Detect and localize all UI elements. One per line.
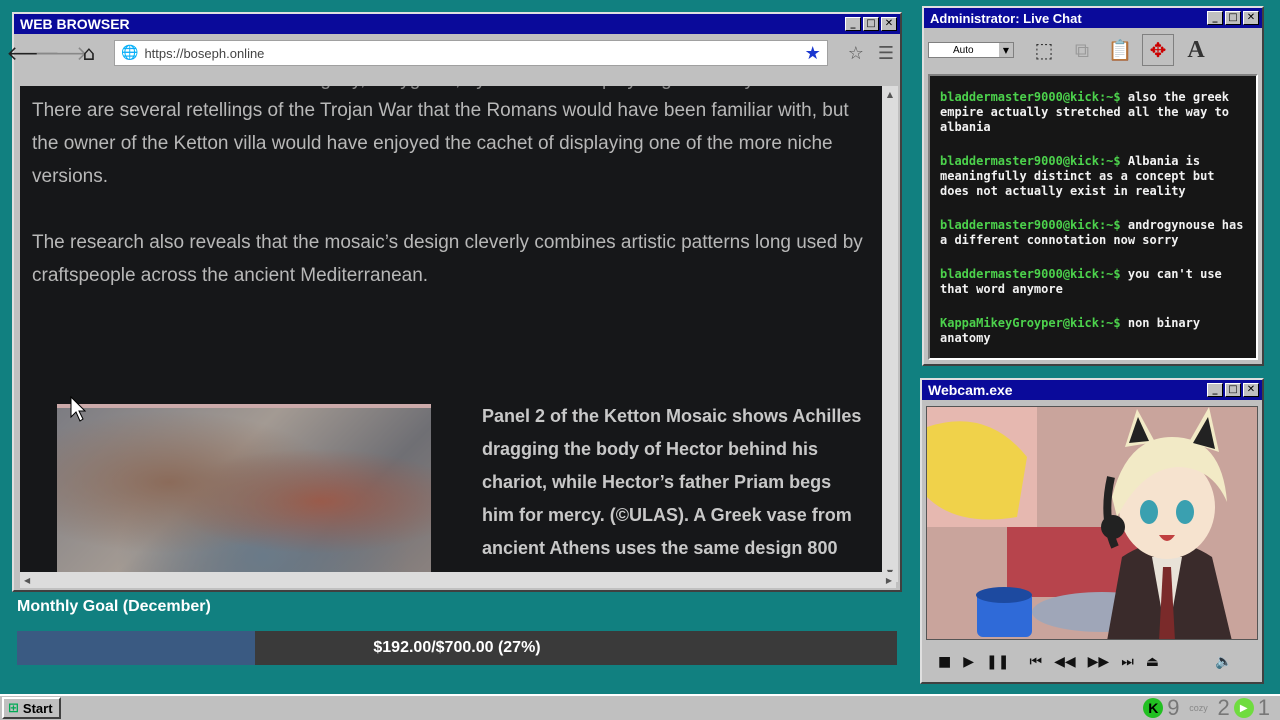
font-size-select[interactable]: Auto ▼	[928, 42, 1014, 58]
minimize-button[interactable]: _	[1207, 11, 1223, 25]
bookmark-star-icon[interactable]: ★	[805, 43, 821, 64]
chat-username: bladdermaster9000@kick:~$	[940, 267, 1121, 281]
select-area-icon[interactable]: ⬚	[1028, 34, 1060, 66]
rumble-icon[interactable]: ▶	[1233, 698, 1254, 718]
play-icon[interactable]: ▶	[963, 654, 974, 670]
start-label: Start	[22, 700, 53, 716]
volume-icon[interactable]: 🔈	[1215, 654, 1232, 670]
article-body: instead echoes a lesser-known tragedy, P…	[32, 86, 878, 325]
page-viewport: instead echoes a lesser-known tragedy, P…	[20, 86, 896, 582]
maximize-button[interactable]: □	[863, 17, 879, 31]
font-icon[interactable]: A	[1180, 34, 1212, 66]
chat-username: bladdermaster9000@kick:~$	[940, 90, 1121, 104]
pause-icon[interactable]: ❚❚	[986, 654, 1009, 670]
chat-message: bladdermaster9000@kick:~$ androgynouse h…	[940, 218, 1246, 248]
goal-progress-bar: $192.00/$700.00 (27%)	[17, 631, 897, 665]
copy-icon[interactable]: ⧉	[1066, 34, 1098, 66]
fast-forward-icon[interactable]: ▶▶	[1088, 654, 1110, 670]
browser-title: WEB BROWSER	[20, 16, 130, 32]
select-value: Auto	[953, 44, 974, 56]
globe-icon: 🌐	[121, 45, 139, 61]
article-cut-line: instead echoes a lesser-known tragedy, P…	[32, 86, 878, 94]
chat-window: Administrator: Live Chat _ □ ✕ Auto ▼ ⬚ …	[922, 6, 1264, 366]
minimize-button[interactable]: _	[1207, 383, 1223, 397]
media-controls: ■ ▶ ❚❚ ⏮ ◀◀ ▶▶ ⏭ ⏏ 🔈	[926, 646, 1258, 678]
address-bar[interactable]: 🌐 https://boseph.online ★	[114, 40, 828, 66]
goal-title: Monthly Goal (December)	[17, 598, 211, 615]
skip-forward-icon[interactable]: ⏭	[1121, 654, 1134, 670]
article-paragraph: The research also reveals that the mosai…	[32, 232, 863, 286]
scroll-right-icon[interactable]: ▶	[886, 576, 892, 585]
rewind-icon[interactable]: ◀◀	[1054, 654, 1076, 670]
close-button[interactable]: ✕	[881, 17, 897, 31]
eject-icon[interactable]: ⏏	[1146, 654, 1159, 670]
start-button[interactable]: ⊞ Start	[2, 697, 61, 719]
webcam-feed	[926, 406, 1258, 640]
windows-logo-icon: ⊞	[8, 700, 19, 716]
home-icon[interactable]: ⌂	[76, 40, 102, 66]
maximize-button[interactable]: □	[1225, 383, 1241, 397]
system-tray: K 9 cozy 2 ▶ 1	[1143, 695, 1278, 720]
browser-titlebar[interactable]: WEB BROWSER _ □ ✕	[14, 14, 900, 34]
minimize-button[interactable]: _	[845, 17, 861, 31]
chat-title: Administrator: Live Chat	[930, 10, 1082, 26]
chat-message: KappaMikeyGroyper@kick:~$ non binary ana…	[940, 316, 1246, 346]
mosaic-image	[57, 404, 431, 582]
chat-username: bladdermaster9000@kick:~$	[940, 154, 1121, 168]
scroll-left-icon[interactable]: ◀	[24, 576, 30, 585]
rumble-viewer-count: 1	[1257, 695, 1270, 720]
stop-icon[interactable]: ■	[938, 654, 951, 670]
paste-icon[interactable]: 📋	[1104, 34, 1136, 66]
scroll-up-icon[interactable]: ▲	[882, 86, 898, 102]
browser-navbar: 🡐 🡒 ⌂ 🌐 https://boseph.online ★ ☆ ☰	[6, 34, 900, 72]
favorites-icon[interactable]: ☆	[848, 43, 864, 64]
webcam-titlebar[interactable]: Webcam.exe _ □ ✕	[922, 380, 1262, 400]
mouse-pointer-icon	[70, 396, 86, 422]
cozy-viewer-count: 2	[1217, 695, 1230, 720]
kick-viewer-count: 9	[1167, 695, 1180, 720]
forward-arrow-icon[interactable]: 🡒	[34, 40, 88, 66]
browser-window: WEB BROWSER _ □ ✕ 🡐 🡒 ⌂ 🌐 https://boseph…	[6, 12, 902, 592]
url-text[interactable]: https://boseph.online	[144, 46, 804, 61]
goal-progress-text: $192.00/$700.00 (27%)	[373, 639, 541, 656]
chat-username: KappaMikeyGroyper@kick:~$	[940, 316, 1121, 330]
image-caption: Panel 2 of the Ketton Mosaic shows Achil…	[482, 406, 862, 582]
close-button[interactable]: ✕	[1243, 11, 1259, 25]
menu-icon[interactable]: ☰	[878, 43, 894, 64]
taskbar: ⊞ Start K 9 cozy 2 ▶ 1	[0, 694, 1280, 720]
move-icon[interactable]: ✥	[1142, 34, 1174, 66]
chat-log: bladdermaster9000@kick:~$ also the greek…	[928, 74, 1258, 360]
chat-toolbar: Auto ▼ ⬚ ⧉ 📋 ✥ A	[924, 28, 1262, 72]
article-paragraph: There are several retellings of the Troj…	[32, 100, 849, 187]
avatar-illustration	[927, 407, 1257, 639]
chat-username: bladdermaster9000@kick:~$	[940, 218, 1121, 232]
cozy-icon[interactable]: cozy	[1184, 703, 1214, 713]
chat-message: bladdermaster9000@kick:~$ also the greek…	[940, 90, 1246, 135]
chat-message: bladdermaster9000@kick:~$ Albania is mea…	[940, 154, 1246, 199]
webcam-title: Webcam.exe	[928, 382, 1013, 398]
webcam-window: Webcam.exe _ □ ✕ ■ ▶ ❚❚ ⏮ ◀◀ ▶▶ ⏭ ⏏ 🔈	[920, 378, 1264, 684]
chat-message: bladdermaster9000@kick:~$ you can't use …	[940, 267, 1246, 297]
skip-back-icon[interactable]: ⏮	[1029, 654, 1042, 670]
close-button[interactable]: ✕	[1243, 383, 1259, 397]
maximize-button[interactable]: □	[1225, 11, 1241, 25]
chevron-down-icon[interactable]: ▼	[999, 43, 1013, 57]
chat-titlebar[interactable]: Administrator: Live Chat _ □ ✕	[924, 8, 1262, 28]
horizontal-scrollbar[interactable]: ◀ ▶	[20, 572, 896, 588]
vertical-scrollbar[interactable]: ▲ ▼	[882, 86, 898, 582]
kick-icon[interactable]: K	[1143, 698, 1164, 718]
